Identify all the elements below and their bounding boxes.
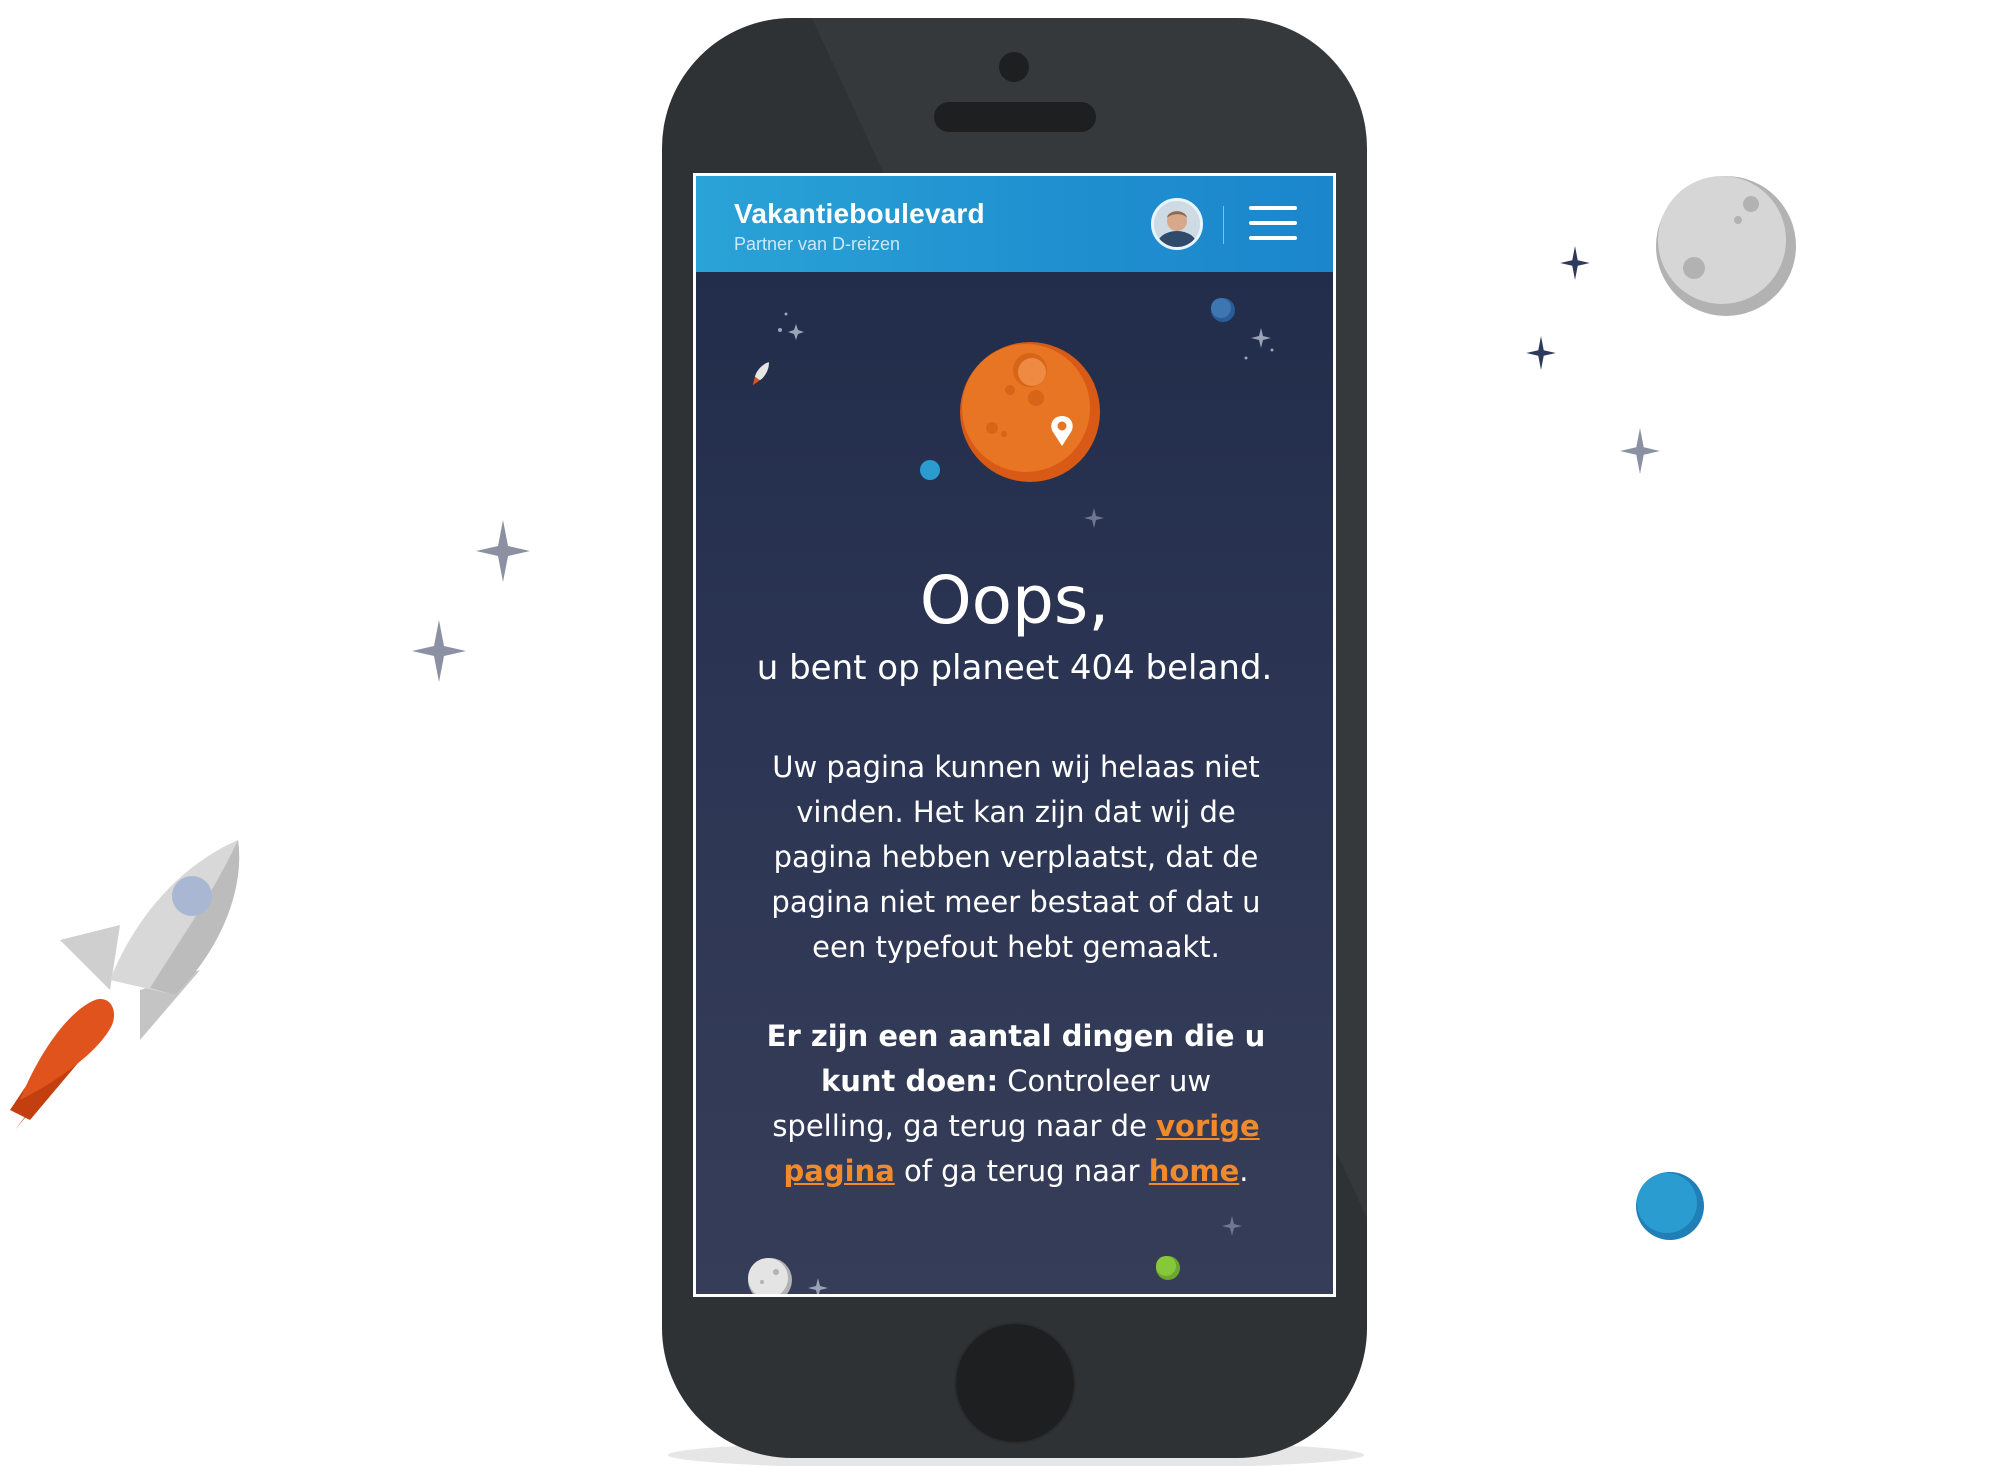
error-content: Oops, u bent op planeet 404 beland. Uw p… (696, 272, 1333, 1294)
suggestion-text: of ga terug naar (894, 1154, 1149, 1188)
error-suggestions: Er zijn een aantal dingen die u kunt doe… (761, 1014, 1271, 1194)
brand-subtitle: Partner van D-reizen (734, 234, 901, 254)
front-camera (999, 52, 1029, 82)
error-title: Oops, (919, 562, 1110, 639)
avatar-icon (1154, 201, 1200, 247)
error-description: Uw pagina kunnen wij helaas niet vinden.… (771, 750, 1261, 964)
orange-planet-with-location-pin (960, 342, 1100, 482)
hamburger-menu-icon[interactable] (1249, 206, 1299, 242)
star-icon (1620, 428, 1660, 474)
star-icon (476, 520, 530, 582)
star-icon (1560, 246, 1590, 280)
star-icon (1526, 336, 1556, 370)
suggestion-end: . (1239, 1154, 1249, 1188)
blue-planet-illustration (1636, 1172, 1704, 1240)
brand-name[interactable]: Vakantieboulevard (734, 198, 985, 230)
home-link[interactable]: home (1149, 1154, 1239, 1188)
user-avatar[interactable] (1151, 198, 1203, 250)
site-header: Vakantieboulevard Partner van D-reizen (696, 176, 1333, 272)
home-button[interactable] (954, 1322, 1076, 1444)
stage: Vakantieboulevard Partner van D-reizen O… (0, 0, 2000, 1466)
header-divider (1223, 206, 1224, 244)
earpiece-speaker (934, 102, 1096, 132)
moon-illustration (1656, 176, 1796, 316)
error-subtitle: u bent op planeet 404 beland. (756, 648, 1273, 688)
star-icon (412, 620, 466, 682)
phone-screen: Vakantieboulevard Partner van D-reizen O… (693, 173, 1336, 1297)
rocket-illustration (10, 840, 240, 1130)
